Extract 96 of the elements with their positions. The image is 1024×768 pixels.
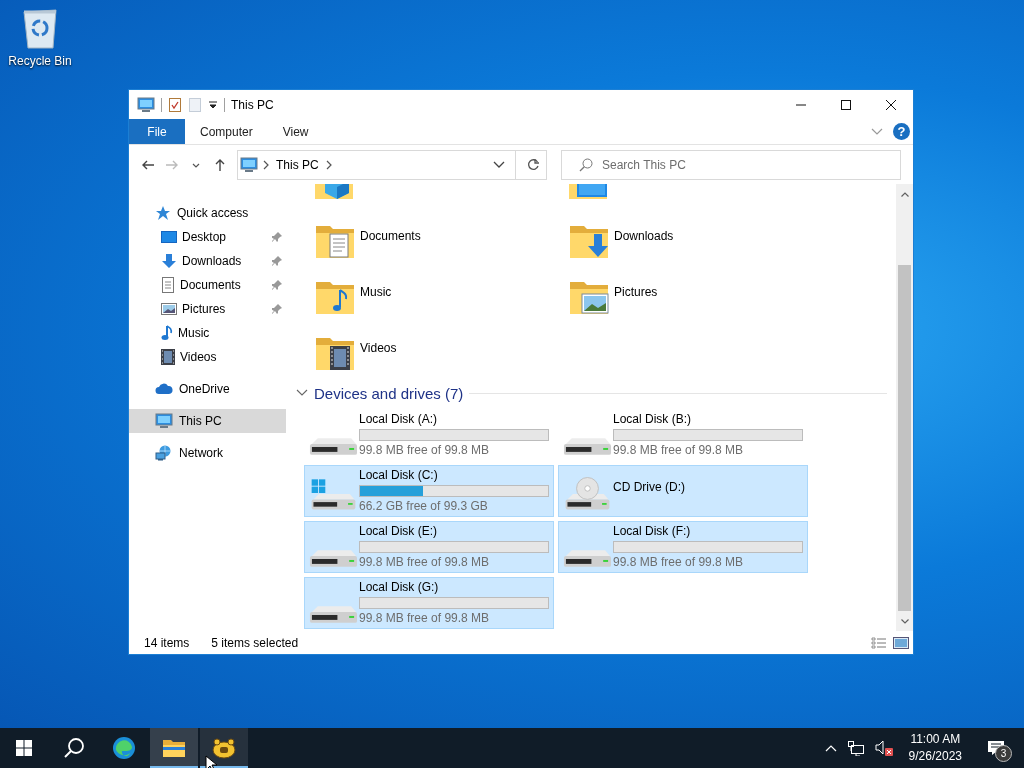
desktop-icon-label[interactable]: Recycle Bin <box>8 54 72 68</box>
free-space-text: 99.8 MB free of 99.8 MB <box>359 555 491 570</box>
clock-date[interactable]: 9/26/2023 <box>908 748 962 765</box>
selection-count: 5 items selected <box>211 635 299 650</box>
close-icon <box>884 98 897 111</box>
drive-tile[interactable]: CD Drive (D:) <box>558 465 808 517</box>
scrollbar-thumb[interactable] <box>898 265 911 611</box>
drive-name: Local Disk (F:) <box>613 524 692 539</box>
folder-item[interactable]: Videos <box>304 323 558 379</box>
folder-item[interactable]: Downloads <box>558 211 812 267</box>
free-space-text: 66.2 GB free of 99.3 GB <box>359 499 489 514</box>
dropdown-icon[interactable] <box>493 160 505 169</box>
ribbon-tab[interactable]: View <box>267 119 324 144</box>
drive-name: Local Disk (G:) <box>359 580 440 595</box>
folder-item[interactable]: Documents <box>304 211 558 267</box>
navigation-item[interactable]: Network <box>129 441 286 465</box>
scrollbar[interactable] <box>896 184 913 631</box>
item-count: 14 items <box>144 635 190 650</box>
windows-logo-icon <box>16 740 32 756</box>
hard-drive-icon <box>308 549 359 568</box>
drive-name: CD Drive (D:) <box>613 480 685 495</box>
chevron-icon[interactable] <box>296 388 308 398</box>
computer-icon <box>240 156 258 173</box>
music-note-icon <box>161 325 173 341</box>
scroll-up-icon[interactable] <box>900 191 909 197</box>
folder-item[interactable]: Pictures <box>558 267 812 323</box>
drive-name: Local Disk (A:) <box>359 412 439 427</box>
computer-icon <box>155 413 173 429</box>
ribbon-tab[interactable]: Computer <box>185 119 268 144</box>
refresh-icon <box>526 158 540 171</box>
network-icon <box>155 445 173 461</box>
muted-speaker-icon[interactable] <box>874 740 895 756</box>
network-icon[interactable] <box>846 740 865 756</box>
document-icon <box>161 277 175 293</box>
breadcrumb[interactable]: This PC <box>274 157 321 172</box>
notification-badge: 3 <box>995 745 1012 762</box>
dropdown-icon[interactable] <box>208 99 218 110</box>
recycle-bin-icon <box>20 6 60 50</box>
file-explorer-button[interactable] <box>150 728 198 768</box>
free-space-text: 99.8 MB free of 99.8 MB <box>613 555 745 570</box>
properties-icon[interactable] <box>168 96 182 113</box>
maximize-icon <box>839 98 852 111</box>
show-hidden-icons-icon[interactable] <box>824 744 837 752</box>
picture-icon <box>161 302 177 316</box>
folder-icon <box>162 738 186 758</box>
application-icon <box>211 737 237 759</box>
drive-tile[interactable]: Local Disk (E:) 99.8 MB free of 99.8 MB <box>304 521 554 573</box>
search-icon <box>63 737 85 759</box>
drive-tile[interactable]: Local Disk (A:) 99.8 MB free of 99.8 MB <box>304 409 554 461</box>
hard-drive-icon <box>308 437 359 456</box>
hard-drive-icon <box>562 437 613 456</box>
hard-drive-icon <box>308 605 359 624</box>
help-button[interactable]: ? <box>893 123 910 140</box>
file-menu-button[interactable]: File <box>129 119 185 144</box>
drive-name: Local Disk (E:) <box>359 524 439 539</box>
drive-tile[interactable]: Local Disk (G:) 99.8 MB free of 99.8 MB <box>304 577 554 629</box>
desktop-icon <box>161 230 177 244</box>
navigation-item[interactable]: Quick access <box>129 201 286 225</box>
free-space-text: 99.8 MB free of 99.8 MB <box>359 611 491 626</box>
computer-icon <box>137 96 155 113</box>
film-icon <box>161 349 175 365</box>
navigation-item[interactable]: Pictures <box>129 297 286 321</box>
folder-item[interactable]: Music <box>304 267 558 323</box>
application-button[interactable] <box>200 728 248 768</box>
chevron-icon <box>262 159 270 170</box>
navigation-item[interactable]: This PC <box>129 409 286 433</box>
window-title: This PC <box>231 97 274 112</box>
address-bar[interactable]: This PC <box>237 149 547 180</box>
scroll-down-icon[interactable] <box>900 618 909 624</box>
large-icons-view-icon[interactable] <box>893 636 909 649</box>
drive-tile[interactable]: Local Disk (C:) 66.2 GB free of 99.3 GB <box>304 465 554 517</box>
search-field[interactable]: Search This PC <box>561 149 901 180</box>
free-space-text: 99.8 MB free of 99.8 MB <box>613 443 745 458</box>
drive-name: Local Disk (B:) <box>613 412 693 427</box>
drive-tile[interactable]: Local Disk (B:) 99.8 MB free of 99.8 MB <box>558 409 808 461</box>
navigation-item[interactable]: Documents <box>129 273 286 297</box>
navigation-item[interactable]: Downloads <box>129 249 286 273</box>
navigation-item[interactable]: Music <box>129 321 286 345</box>
clock-time[interactable]: 11:00 AM <box>910 731 961 748</box>
drive-tile[interactable]: Local Disk (F:) 99.8 MB free of 99.8 MB <box>558 521 808 573</box>
drive-name: Local Disk (C:) <box>359 468 439 483</box>
expand-ribbon-icon[interactable] <box>871 127 883 136</box>
chevron-icon <box>324 159 333 170</box>
download-arrow-icon <box>161 253 177 269</box>
navigation-item[interactable]: Videos <box>129 345 286 369</box>
up-arrow-icon <box>213 157 227 172</box>
navigation-item[interactable]: Desktop <box>129 225 286 249</box>
navigation-item[interactable]: OneDrive <box>129 377 286 401</box>
free-space-text: 99.8 MB free of 99.8 MB <box>359 443 491 458</box>
browser-icon <box>112 736 136 760</box>
search-icon <box>579 157 593 172</box>
cloud-icon <box>155 383 173 395</box>
hard-drive-icon <box>562 549 613 568</box>
group-header[interactable]: Devices and drives (7) <box>314 384 464 402</box>
star-icon <box>155 205 171 221</box>
cursor-icon <box>205 755 217 768</box>
